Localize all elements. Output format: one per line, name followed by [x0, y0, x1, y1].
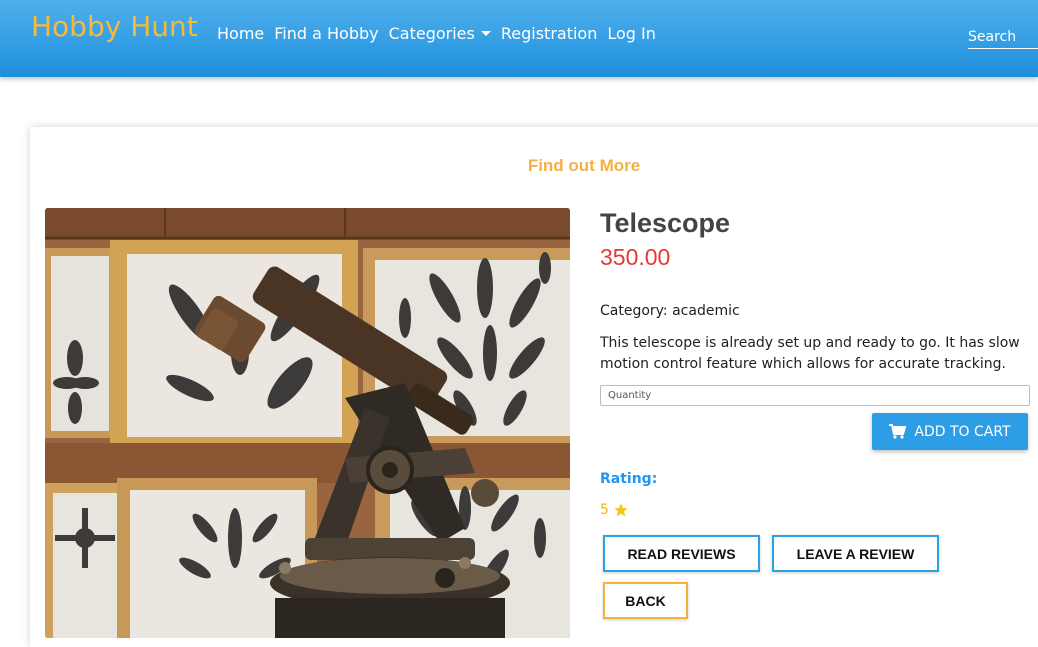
cart-icon: [889, 424, 907, 439]
caret-down-icon: [480, 31, 491, 36]
brand-logo[interactable]: Hobby Hunt: [31, 10, 198, 43]
add-to-cart-button[interactable]: ADD TO CART: [872, 413, 1028, 450]
quantity-input[interactable]: [600, 385, 1030, 406]
nav-registration[interactable]: Registration: [501, 24, 597, 43]
nav-links: Home Find a Hobby Categories Registratio…: [217, 24, 666, 43]
back-button[interactable]: BACK: [603, 582, 688, 619]
product-title: Telescope: [600, 208, 731, 238]
rating-value: 5: [600, 502, 629, 518]
nav-categories-dropdown[interactable]: Categories: [389, 24, 491, 43]
add-to-cart-label: ADD TO CART: [914, 423, 1011, 440]
product-description: This telescope is already set up and rea…: [600, 335, 1020, 372]
product-category: Category: academic: [600, 303, 740, 319]
nav-home[interactable]: Home: [217, 24, 264, 43]
product-photo: [45, 208, 570, 638]
read-reviews-button[interactable]: READ REVIEWS: [603, 535, 760, 572]
rating-number: 5: [600, 502, 609, 518]
nav-categories-label: Categories: [388, 24, 475, 43]
product-card: Find out More Telescope 350.00 Category:…: [30, 127, 1038, 647]
product-price: 350.00: [600, 244, 671, 270]
leave-review-button[interactable]: LEAVE A REVIEW: [772, 535, 939, 572]
star-icon: [614, 503, 628, 517]
search-input[interactable]: [968, 26, 1038, 49]
card-heading: Find out More: [527, 156, 641, 175]
nav-log-in[interactable]: Log In: [607, 24, 656, 43]
rating-label: Rating:: [600, 471, 658, 487]
nav-find-a-hobby[interactable]: Find a Hobby: [274, 24, 378, 43]
navbar: Hobby Hunt Home Find a Hobby Categories …: [0, 0, 1038, 77]
